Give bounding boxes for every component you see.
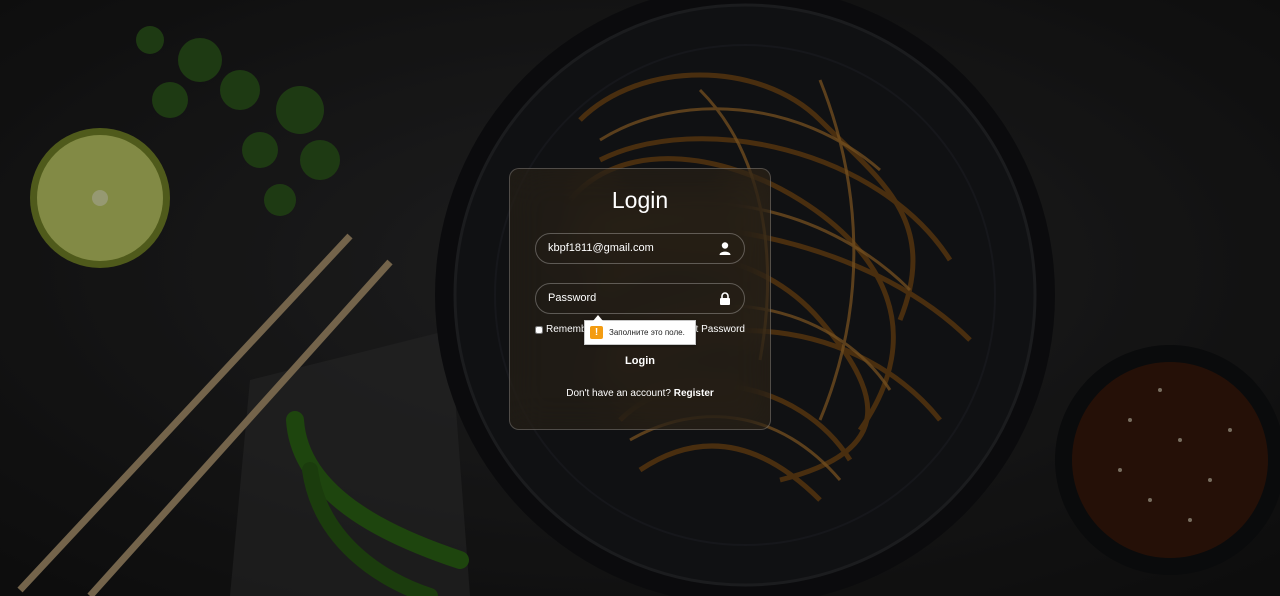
- warning-icon: !: [590, 326, 603, 339]
- register-link[interactable]: Register: [674, 388, 714, 399]
- tooltip-message: Заполните это поле.: [609, 328, 685, 337]
- validation-tooltip: ! Заполните это поле.: [584, 315, 696, 345]
- lock-icon: [720, 292, 730, 305]
- password-field: [535, 283, 745, 314]
- email-field: [535, 233, 745, 264]
- register-line: Don't have an account? Register: [510, 388, 770, 399]
- login-card: Login Remember Me Forgot Password Login …: [509, 168, 771, 430]
- login-title: Login: [611, 187, 669, 213]
- remember-checkbox[interactable]: [535, 325, 543, 334]
- login-button[interactable]: Login: [535, 349, 745, 373]
- password-input[interactable]: [536, 284, 712, 312]
- register-prompt: Don't have an account?: [566, 388, 671, 399]
- user-icon: [719, 242, 731, 255]
- email-input[interactable]: [536, 234, 712, 262]
